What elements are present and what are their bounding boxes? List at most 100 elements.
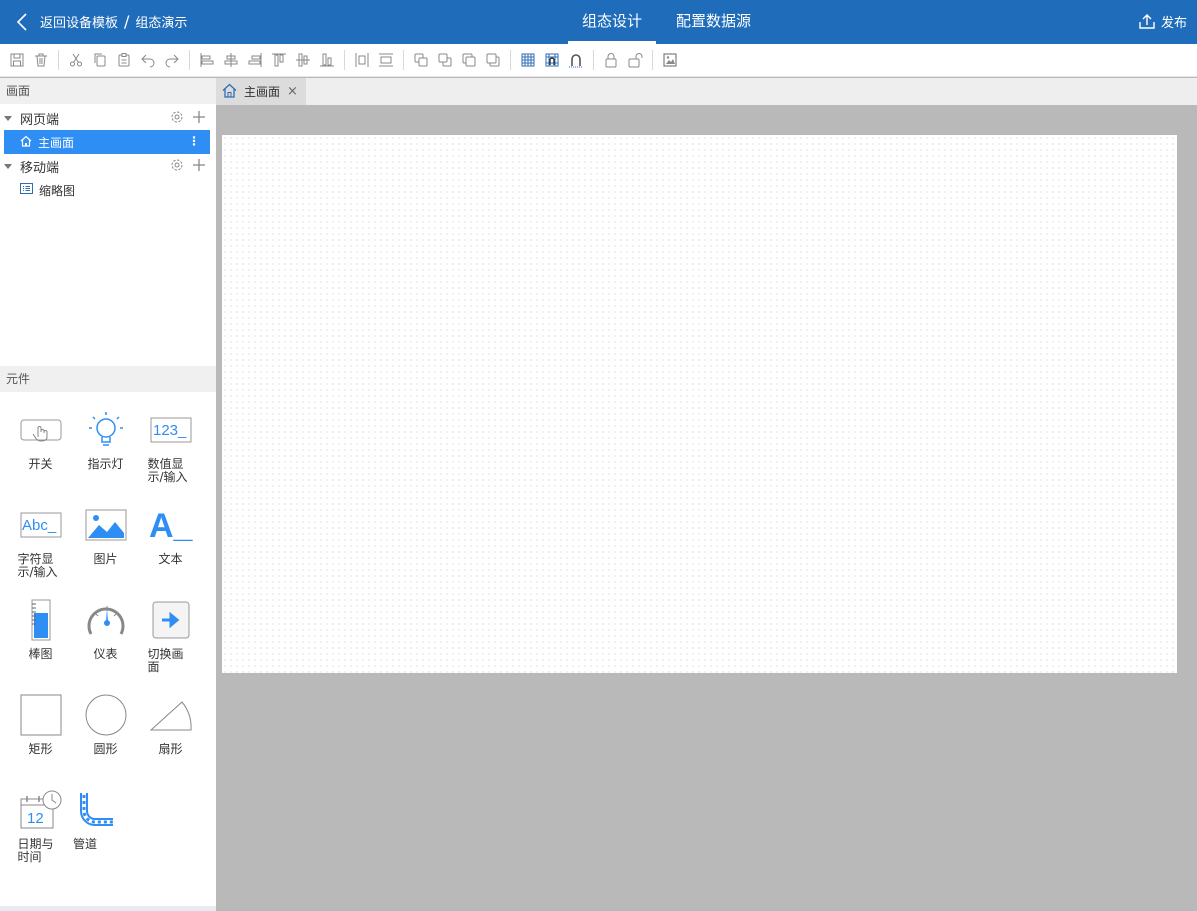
component-indicator-light[interactable]: 指示灯 [73,408,138,503]
components-grid: 开关 指示灯 123_ 数值显示/输入 Abc_ 字符显示/输入 图片 A_ 文… [0,392,216,898]
save-icon[interactable] [6,49,28,71]
undo-icon[interactable] [137,49,159,71]
top-bar: 返回设备模板 / 组态演示 组态设计 配置数据源 发布 [0,0,1197,44]
component-sector[interactable]: 扇形 [138,693,203,788]
toolbar-divider [510,50,511,70]
align-center-icon[interactable] [220,49,242,71]
page-name: 组态演示 [135,16,188,31]
bar-gauge-icon [19,598,63,642]
component-circle[interactable]: 圆形 [73,693,138,788]
close-icon[interactable]: × [287,84,298,99]
publish-button[interactable]: 发布 [1138,12,1187,31]
distribute-horizontal-icon[interactable] [351,49,373,71]
unlock-icon[interactable] [624,49,646,71]
component-label: 管道 [73,837,98,851]
doc-tab-main-screen[interactable]: 主画面 × [216,78,306,105]
component-meter[interactable]: 仪表 [73,598,138,693]
align-bottom-icon[interactable] [316,49,338,71]
text-icon: A_ [149,503,193,547]
component-switch-screen[interactable]: 切换画面 [138,598,203,693]
component-label: 圆形 [93,742,118,756]
component-image[interactable]: 图片 [73,503,138,598]
tree-node-web[interactable]: 网页端 [0,106,216,130]
component-numeric-display[interactable]: 123_ 数值显示/输入 [138,408,203,503]
snap-grid-icon[interactable] [541,49,563,71]
caret-down-icon[interactable] [4,115,12,121]
left-panel: 画面 网页端 主画面 ⋮ 移动端 缩略图 元件 开关 指示灯 123_ 数值显示… [0,78,216,911]
doc-tab-label: 主画面 [244,85,281,99]
settings-gear-icon[interactable] [170,110,184,124]
component-label: 字符显示/输入 [17,552,58,579]
home-icon [20,135,32,150]
magnet-icon[interactable] [565,49,587,71]
cut-icon[interactable] [65,49,87,71]
caret-down-icon[interactable] [4,163,12,169]
component-date-time[interactable]: 12 日期与时间 [8,788,73,898]
tab-config-design[interactable]: 组态设计 [568,0,657,44]
align-left-icon[interactable] [196,49,218,71]
paste-icon[interactable] [113,49,135,71]
design-canvas[interactable] [222,135,1177,673]
add-plus-icon[interactable] [192,110,206,124]
align-middle-icon[interactable] [292,49,314,71]
breadcrumb: 返回设备模板 / 组态演示 [40,12,187,31]
component-pipe[interactable]: 管道 [73,788,119,883]
copy-icon[interactable] [89,49,111,71]
bring-front-icon[interactable] [410,49,432,71]
redo-icon[interactable] [161,49,183,71]
rectangle-icon [19,693,63,737]
component-rectangle[interactable]: 矩形 [8,693,73,788]
calendar-icon-text: 12 [27,810,44,827]
component-label: 矩形 [28,742,53,756]
toolbar-divider [189,50,190,70]
send-back-icon[interactable] [434,49,456,71]
tree-node-thumbnail[interactable]: 缩略图 [0,178,216,202]
back-to-template-link[interactable]: 返回设备模板 [40,12,118,31]
text-input-icon: Abc_ [19,503,63,547]
component-text[interactable]: A_ 文本 [138,503,203,598]
toolbar-divider [593,50,594,70]
component-label: 棒图 [28,647,53,661]
component-label: 文本 [158,552,183,566]
screens-section-title: 画面 [0,78,216,104]
distribute-vertical-icon[interactable] [375,49,397,71]
breadcrumb-separator: / [124,12,130,31]
main-screen-label: 主画面 [38,135,75,150]
align-top-icon[interactable] [268,49,290,71]
home-icon [222,83,237,101]
toolbar-divider [403,50,404,70]
meter-icon [84,598,128,642]
component-text-input[interactable]: Abc_ 字符显示/输入 [8,503,73,598]
add-plus-icon[interactable] [192,158,206,172]
calendar-clock-icon: 12 [19,788,63,832]
lock-icon[interactable] [600,49,622,71]
tab-data-source[interactable]: 配置数据源 [662,0,765,44]
components-section: 元件 开关 指示灯 123_ 数值显示/输入 Abc_ 字符显示/输入 图片 A… [0,366,216,898]
pipe-icon [74,788,118,832]
screens-tree: 网页端 主画面 ⋮ 移动端 缩略图 [0,104,216,364]
publish-label: 发布 [1160,16,1187,31]
more-options-icon[interactable]: ⋮ [188,134,200,148]
settings-gear-icon[interactable] [170,158,184,172]
tree-node-main-screen[interactable]: 主画面 ⋮ [4,130,210,154]
numeric-display-icon: 123_ [149,408,193,452]
align-right-icon[interactable] [244,49,266,71]
tree-node-mobile[interactable]: 移动端 [0,154,216,178]
component-label: 仪表 [93,647,118,661]
delete-icon[interactable] [30,49,52,71]
bring-forward-icon[interactable] [458,49,480,71]
component-label: 数值显示/输入 [147,457,188,484]
background-image-icon[interactable] [659,49,681,71]
back-arrow-icon[interactable] [12,11,32,33]
circle-icon [84,693,128,737]
component-bar-gauge[interactable]: 棒图 [8,598,73,693]
send-backward-icon[interactable] [482,49,504,71]
sector-icon [149,693,193,737]
toolbar-divider [58,50,59,70]
toolbar-divider [652,50,653,70]
web-label: 网页端 [20,112,60,128]
components-section-title: 元件 [0,366,216,392]
switch-screen-icon [149,598,193,642]
component-switch[interactable]: 开关 [8,408,73,503]
grid-icon[interactable] [517,49,539,71]
